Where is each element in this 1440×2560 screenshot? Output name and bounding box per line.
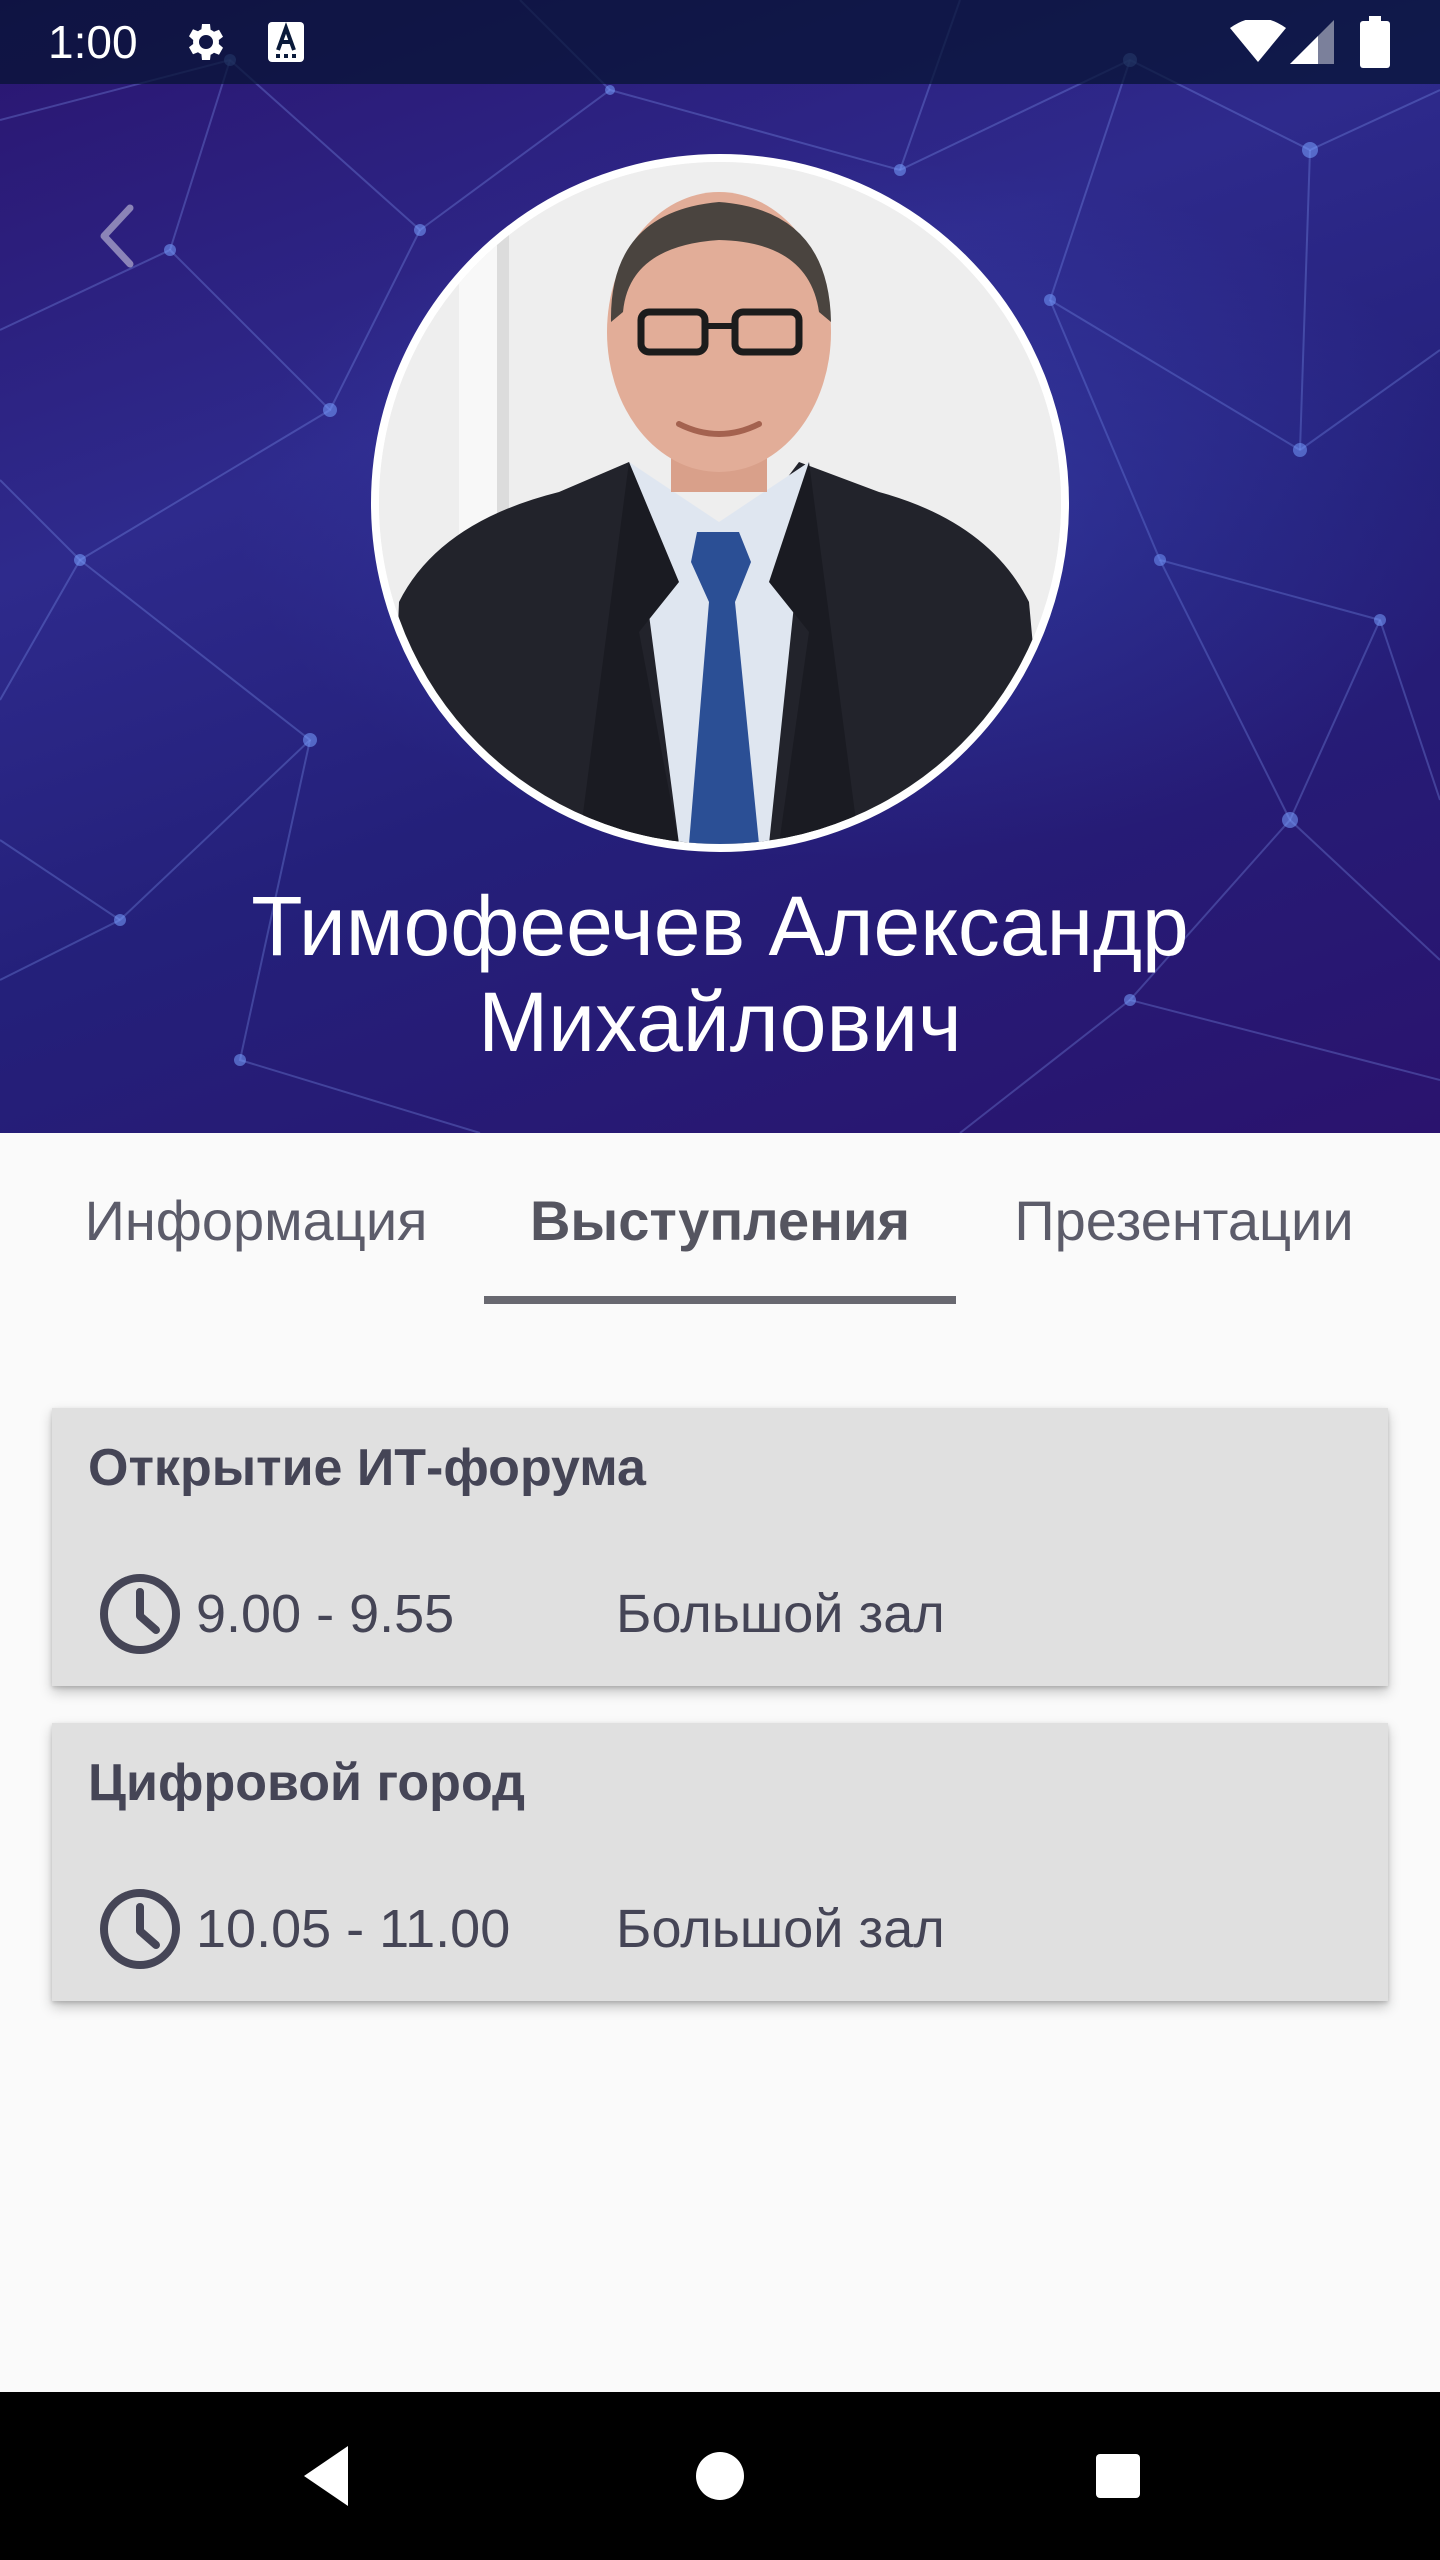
- speaker-photo: [379, 162, 1061, 844]
- talk-time: 9.00 - 9.55: [196, 1584, 455, 1644]
- talk-card[interactable]: Цифровой город 10.05 - 11.00 Большой зал: [52, 1723, 1388, 2001]
- tab-indicator: [484, 1296, 956, 1304]
- wifi-icon: [1230, 20, 1286, 62]
- talk-room: Большой зал: [616, 1899, 945, 1959]
- clock-icon: [100, 1889, 180, 1969]
- accessibility-a-icon: [268, 22, 304, 62]
- speaker-header: Тимофеечев Александр Михайлович 1:00: [0, 0, 1440, 1133]
- status-bar: 1:00: [0, 0, 1440, 84]
- navigation-bar: [0, 2392, 1440, 2560]
- tab-presentations[interactable]: Презентации: [984, 1181, 1384, 1261]
- chevron-left-icon: [100, 204, 134, 268]
- battery-icon: [1360, 16, 1390, 68]
- speaker-screen: Тимофеечев Александр Михайлович 1:00 Инф…: [0, 0, 1440, 2560]
- talk-card[interactable]: Открытие ИТ-форума 9.00 - 9.55 Большой з…: [52, 1408, 1388, 1686]
- tab-information[interactable]: Информация: [56, 1181, 456, 1261]
- signal-icon: [1290, 20, 1334, 64]
- tab-talks[interactable]: Выступления: [484, 1181, 956, 1261]
- talk-room: Большой зал: [616, 1584, 945, 1644]
- nav-home-icon[interactable]: [680, 2436, 760, 2516]
- status-time: 1:00: [48, 16, 138, 68]
- talk-title: Открытие ИТ-форума: [88, 1439, 646, 1497]
- clock-icon: [100, 1574, 180, 1654]
- back-button[interactable]: [86, 196, 146, 276]
- nav-recents-icon[interactable]: [1078, 2436, 1158, 2516]
- gear-icon: [189, 24, 223, 60]
- nav-back-icon[interactable]: [288, 2436, 368, 2516]
- speaker-avatar: [371, 154, 1069, 852]
- tab-bar: Информация Выступления Презентации: [0, 1133, 1440, 1303]
- talk-time: 10.05 - 11.00: [196, 1899, 511, 1959]
- talk-title: Цифровой город: [88, 1754, 526, 1812]
- speaker-name: Тимофеечев Александр Михайлович: [251, 879, 1189, 1069]
